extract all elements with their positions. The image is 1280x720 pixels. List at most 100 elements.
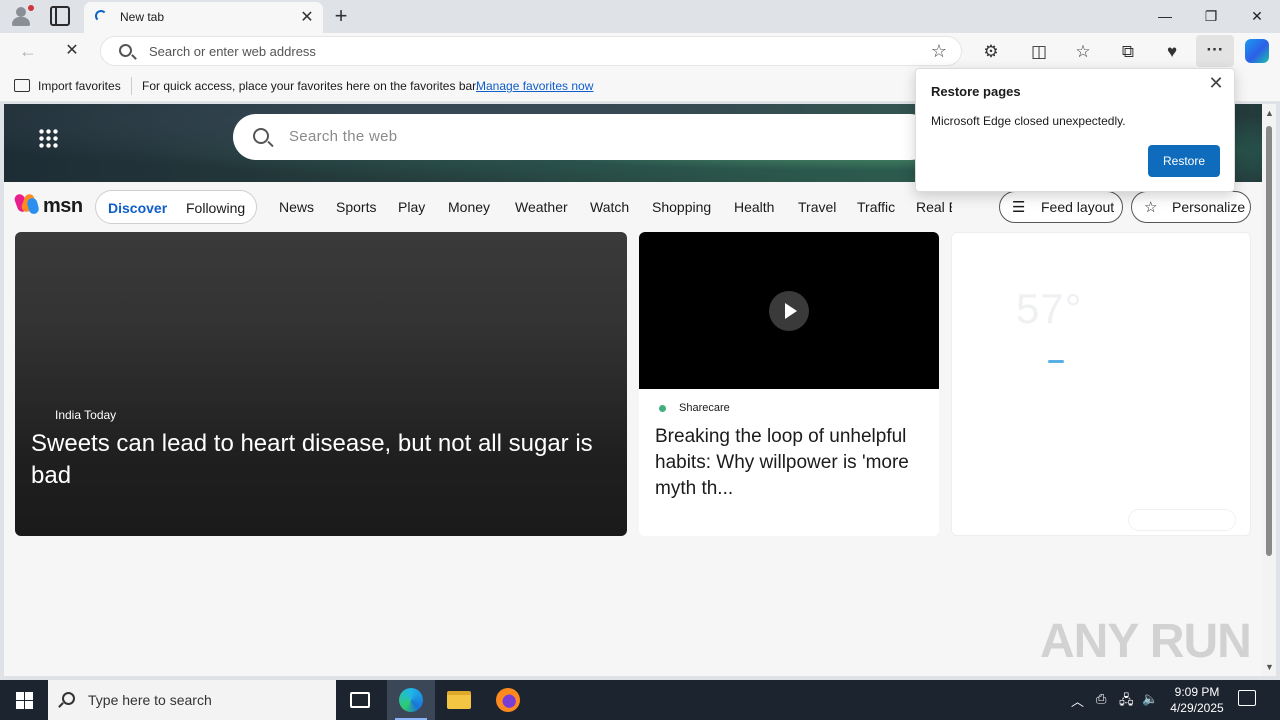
nav-item-weather[interactable]: Weather [515,199,568,215]
news-card-video[interactable]: Sharecare Breaking the loop of unhelpful… [639,232,939,536]
edge-icon [399,688,423,712]
manage-favorites-link[interactable]: Manage favorites now [476,79,593,93]
anyrun-watermark: ANY RUN [1040,615,1252,668]
task-view-button[interactable] [336,680,384,720]
card-source: India Today [55,408,117,422]
minimize-button[interactable]: — [1142,4,1188,28]
tab-new-tab[interactable]: New tab ✕ [84,2,323,33]
browser-essentials-icon[interactable]: ♥ [1159,39,1185,65]
search-icon [253,128,269,144]
taskbar-file-explorer-button[interactable] [435,680,483,720]
favorites-icon[interactable]: ☆ [1070,39,1096,65]
weather-card[interactable]: 57° [951,232,1251,536]
firefox-icon [496,688,520,712]
sliders-icon: ☰ [1012,199,1026,216]
new-tab-button[interactable]: + [330,3,352,29]
tab-actions-icon[interactable] [50,6,70,26]
taskbar-clock[interactable]: 9:09 PM 4/29/2025 [1162,684,1232,716]
weather-temperature: 57° [1016,285,1083,332]
taskbar-firefox-button[interactable] [484,680,532,720]
notification-dot-icon [28,5,34,11]
windows-start-icon[interactable] [0,680,48,720]
source-logo-icon [659,405,666,412]
extensions-icon[interactable]: ⚙ [978,39,1004,65]
video-thumbnail[interactable] [639,232,939,389]
folder-icon [447,691,471,709]
settings-more-icon[interactable]: ··· [1196,35,1234,67]
restore-window-button[interactable]: ❐ [1188,4,1234,28]
card-headline[interactable]: Sweets can lead to heart disease, but no… [31,428,616,492]
collections-icon[interactable]: ⧉ [1115,39,1141,65]
tab-discover[interactable]: Discover [108,200,167,216]
profile-icon[interactable] [9,5,34,27]
back-button[interactable]: ← [16,39,40,63]
news-card-main[interactable]: India Today Sweets can lead to heart dis… [15,232,627,536]
popup-close-icon[interactable]: ✕ [1206,73,1226,94]
feed-layout-button[interactable]: ☰ Feed layout [999,191,1123,223]
popup-message: Microsoft Edge closed unexpectedly. [931,114,1126,128]
add-favorite-icon[interactable]: ☆ [931,41,947,62]
taskbar-search-placeholder: Type here to search [88,692,212,708]
chevron-up-icon[interactable]: ︿ [1071,691,1084,710]
page-scrollbar[interactable]: ▲ ▼ [1262,104,1276,676]
nav-item-traffic[interactable]: Traffic [857,199,895,215]
feed-layout-label: Feed layout [1041,199,1115,215]
network-icon[interactable]: 🖧 [1119,691,1134,713]
scroll-down-icon[interactable]: ▼ [1265,662,1274,672]
search-icon [119,44,132,57]
loading-indicator [1048,360,1064,363]
taskbar-edge-button[interactable] [387,680,435,720]
popup-title: Restore pages [931,84,1021,99]
msn-logo[interactable]: msn [13,192,84,218]
nav-item-watch[interactable]: Watch [590,199,629,215]
tab-title: New tab [120,10,165,24]
nav-item-shopping[interactable]: Shopping [652,199,711,215]
app-launcher-icon[interactable] [38,128,58,148]
play-icon[interactable] [769,291,809,331]
divider [131,77,132,95]
taskbar-search-box[interactable]: Type here to search [48,680,336,720]
device-icon[interactable]: ⎙ [1096,691,1106,707]
skeleton-placeholder [1128,509,1236,531]
split-screen-icon[interactable]: ◫ [1026,39,1052,65]
search-icon [62,692,75,705]
task-view-icon [350,692,370,708]
nav-item-news[interactable]: News [279,199,314,215]
stop-loading-button[interactable]: ✕ [60,39,84,63]
tab-close-icon[interactable]: ✕ [299,7,315,27]
address-bar[interactable]: Search or enter web address ☆ [100,36,962,66]
close-window-button[interactable]: ✕ [1234,4,1280,28]
restore-pages-popup: Restore pages ✕ Microsoft Edge closed un… [915,68,1235,192]
nav-item-health[interactable]: Health [734,199,774,215]
scrollbar-thumb[interactable] [1266,126,1272,556]
clock-time: 9:09 PM [1174,685,1220,699]
favorites-message: For quick access, place your favorites h… [142,79,479,93]
address-placeholder: Search or enter web address [149,44,316,59]
card-source: Sharecare [679,402,730,414]
star-icon: ☆ [1144,199,1158,216]
personalize-button[interactable]: ☆ Personalize [1131,191,1251,223]
nav-item-play[interactable]: Play [398,199,425,215]
loading-spinner-icon [95,10,107,22]
title-bar: New tab ✕ + — ❐ ✕ [0,0,1280,33]
volume-icon[interactable]: 🔈 [1142,691,1158,707]
feed-toggle: Discover Following [95,190,257,224]
import-favorites-button[interactable]: Import favorites [38,79,121,93]
copilot-icon[interactable] [1245,39,1269,63]
card-headline[interactable]: Breaking the loop of unhelpful habits: W… [655,424,930,502]
tab-following[interactable]: Following [186,200,245,216]
msn-logo-text: msn [43,195,83,217]
web-search-box[interactable]: Search the web [233,114,933,160]
nav-item-money[interactable]: Money [448,199,490,215]
import-icon [14,79,30,92]
restore-button[interactable]: Restore [1148,145,1220,177]
nav-item-sports[interactable]: Sports [336,199,376,215]
nav-item-travel[interactable]: Travel [798,199,836,215]
nav-item-real-estate[interactable]: Real E [916,199,952,215]
clock-date: 4/29/2025 [1170,701,1224,715]
web-search-placeholder: Search the web [289,128,398,145]
personalize-label: Personalize [1172,199,1246,215]
scroll-up-icon[interactable]: ▲ [1265,108,1274,118]
notifications-icon[interactable] [1238,690,1256,706]
taskbar: Type here to search ︿ ⎙ 🖧 🔈 9:09 PM 4/29… [0,680,1280,720]
